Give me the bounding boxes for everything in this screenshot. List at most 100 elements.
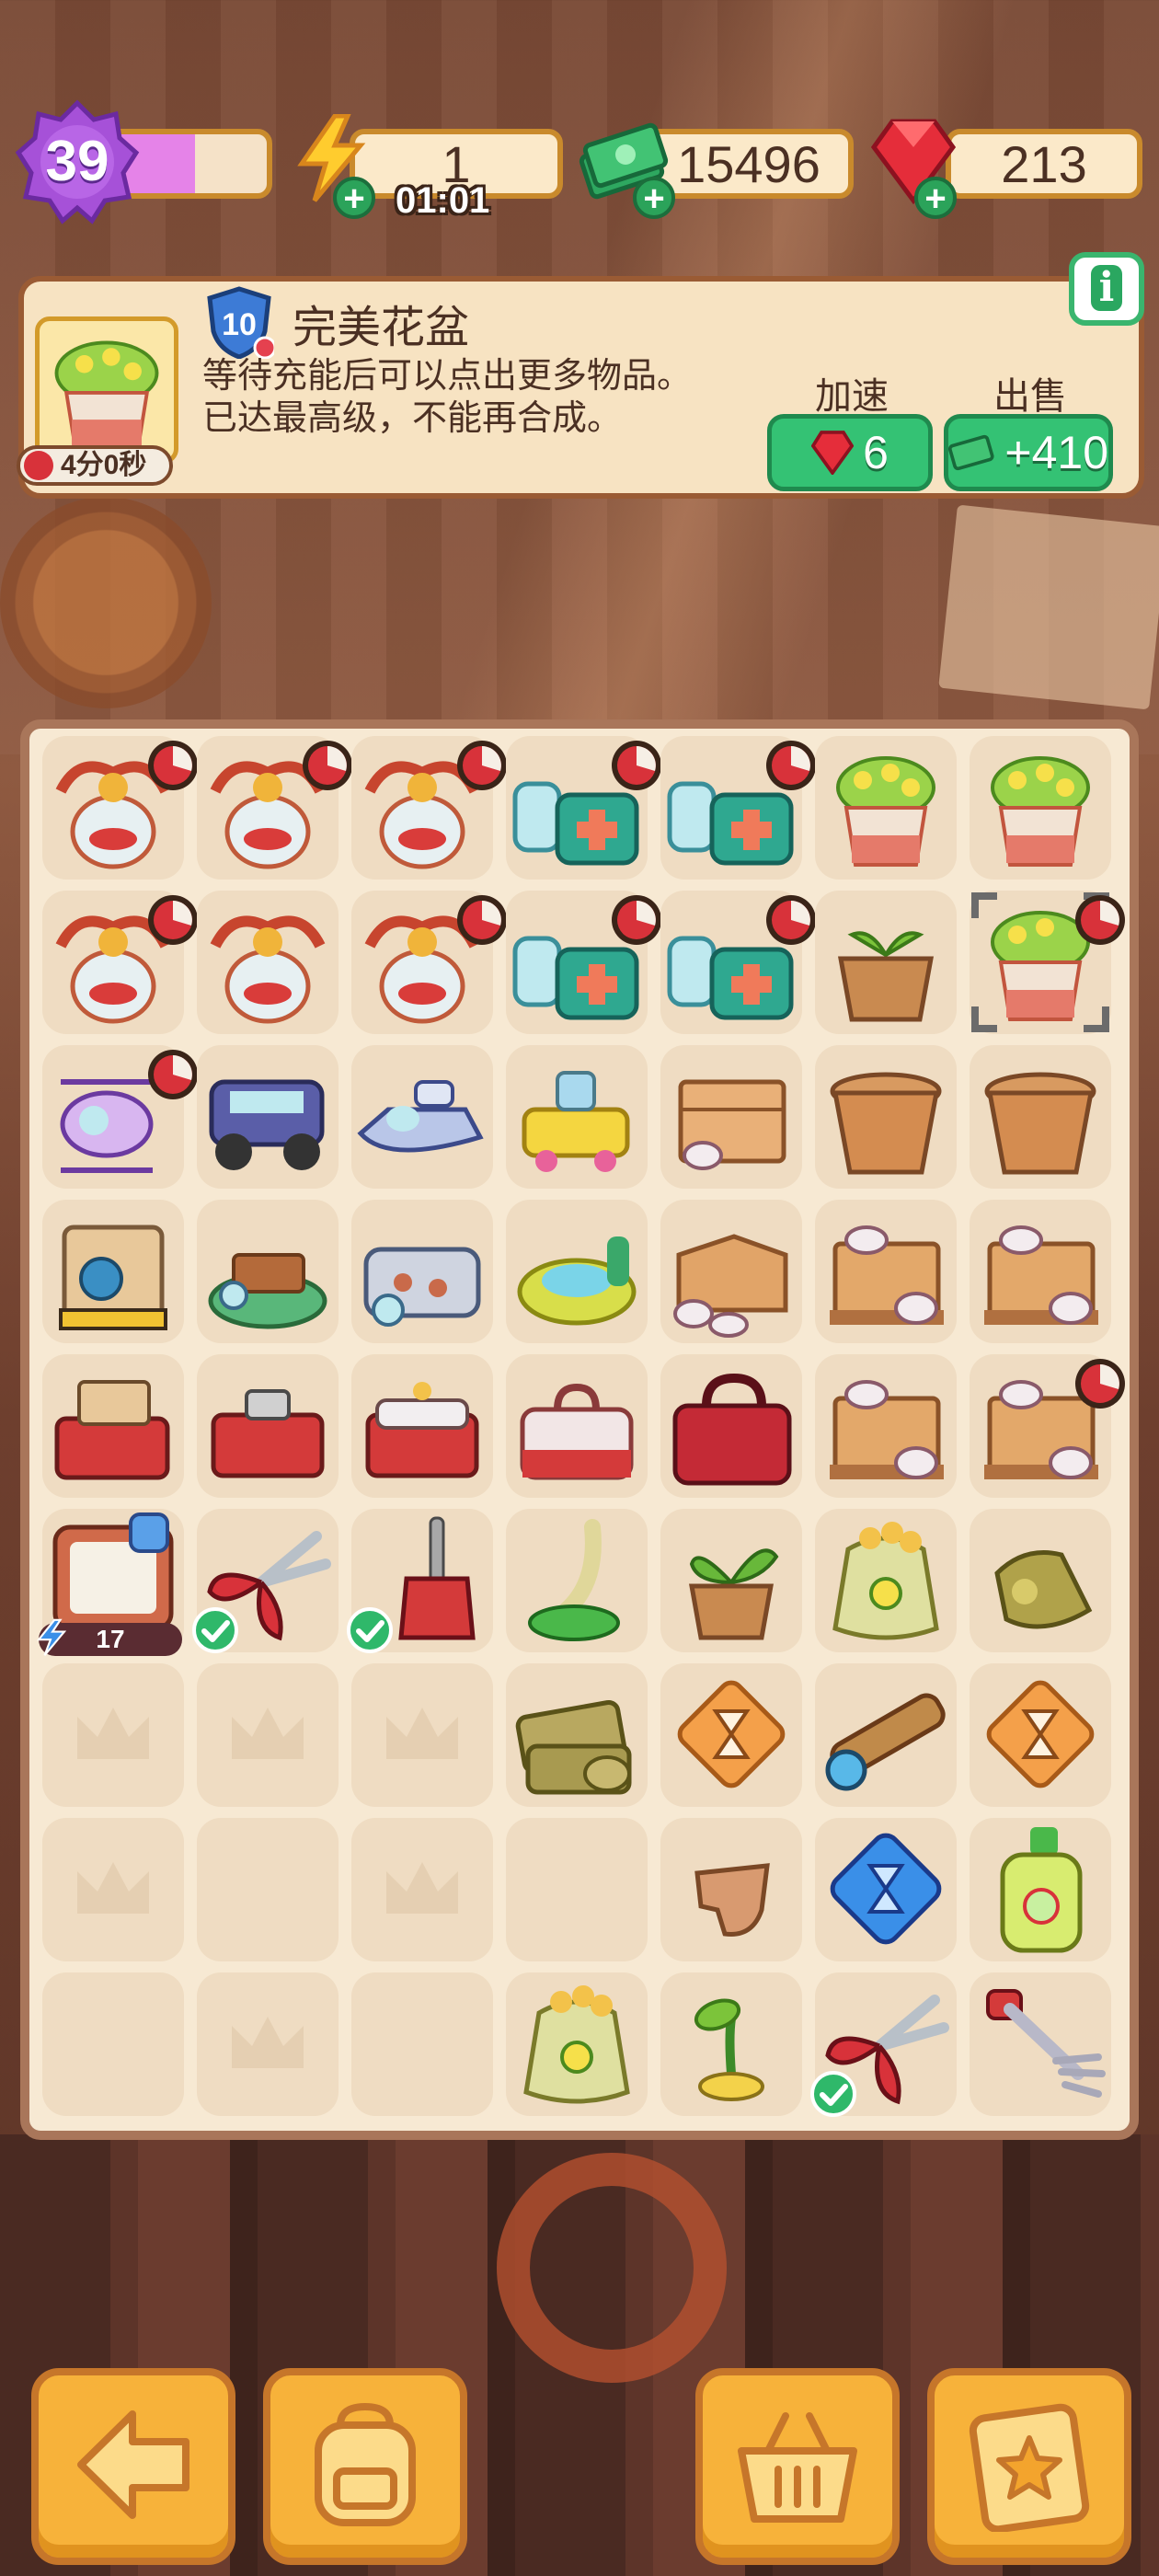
board-cell[interactable]	[506, 891, 661, 1034]
gem-counter[interactable]: 213	[946, 129, 1142, 199]
flower-pot-icon	[836, 756, 935, 867]
board-cell[interactable]	[970, 1045, 1111, 1189]
board-cell[interactable]	[197, 891, 339, 1034]
cash-value: 15496	[677, 134, 820, 193]
background-magnifier	[497, 2153, 727, 2383]
board-cell[interactable]	[351, 891, 507, 1034]
board-cell[interactable]	[351, 1354, 493, 1498]
board-cell[interactable]	[970, 1818, 1111, 1961]
board-cell[interactable]	[970, 1509, 1111, 1652]
board-cell[interactable]	[970, 736, 1111, 880]
sack-pile-icon	[515, 1699, 632, 1795]
board-cell[interactable]	[197, 1663, 339, 1807]
seed-sack-icon	[832, 1522, 939, 1640]
board-cell[interactable]	[660, 1818, 802, 1961]
item-timer-text: 4分0秒	[61, 450, 147, 480]
seed-bag-small-icon	[994, 1550, 1093, 1629]
board-cell[interactable]	[815, 1200, 957, 1343]
board-cell[interactable]	[660, 1509, 802, 1652]
tasks-button[interactable]	[927, 2368, 1131, 2565]
board-cell[interactable]	[970, 1663, 1111, 1807]
board-cell[interactable]	[970, 1972, 1111, 2116]
board-cell[interactable]	[660, 1972, 802, 2116]
item-description: 等待充能后可以点出更多物品。 已达最高级，不能再合成。	[202, 355, 692, 440]
cooldown-timer-icon	[766, 895, 816, 945]
add-energy-button[interactable]: +	[333, 177, 375, 219]
energy-timer: 01:01	[396, 180, 490, 221]
level-number: 39	[45, 130, 109, 193]
board-cell[interactable]	[970, 1200, 1111, 1343]
board-cell[interactable]	[42, 1354, 184, 1498]
board-cell[interactable]	[347, 1509, 493, 1653]
board-cell[interactable]	[660, 1354, 802, 1498]
shop-basket-button[interactable]	[695, 2368, 900, 2565]
board-cell[interactable]	[506, 1663, 648, 1807]
board-cell[interactable]	[351, 1663, 493, 1807]
board-cell[interactable]	[506, 1972, 648, 2116]
add-cash-button[interactable]: +	[633, 177, 675, 219]
board-cell[interactable]	[351, 1045, 493, 1189]
board-cell[interactable]	[197, 736, 352, 880]
board-cell[interactable]	[815, 1818, 957, 1961]
board-cell[interactable]	[351, 1200, 493, 1343]
cash-counter[interactable]: 15496	[644, 129, 854, 199]
board-cell[interactable]	[42, 1045, 198, 1189]
board-cell[interactable]	[192, 1509, 339, 1653]
board-cell[interactable]	[506, 1200, 648, 1343]
board-cell[interactable]	[815, 736, 957, 880]
gem-value: 213	[1001, 134, 1087, 193]
board-cell[interactable]	[970, 1354, 1125, 1498]
board-cell[interactable]	[815, 1509, 957, 1652]
board-cell[interactable]	[42, 891, 198, 1034]
speedup-label: 加速	[815, 376, 889, 417]
add-gems-button[interactable]: +	[914, 177, 957, 219]
cash-icon	[948, 434, 994, 471]
board-cell[interactable]	[815, 1663, 957, 1807]
level-shield-icon: 10	[207, 286, 274, 359]
board-cell[interactable]	[351, 1972, 493, 2116]
cooldown-timer-icon	[148, 895, 198, 945]
board-cell[interactable]	[42, 1972, 184, 2116]
board-cell[interactable]	[42, 736, 198, 880]
sell-button[interactable]: +410	[944, 414, 1113, 491]
backpack-button[interactable]	[263, 2368, 467, 2565]
sprout-pot-icon	[838, 931, 934, 1022]
board-cell[interactable]	[506, 736, 661, 880]
board-cell[interactable]	[42, 1200, 184, 1343]
dragon-vase-icon	[210, 915, 326, 1024]
board-cell[interactable]	[506, 1509, 648, 1652]
board-cell[interactable]	[197, 1972, 339, 2116]
board-cell[interactable]	[351, 736, 507, 880]
board-cell[interactable]	[197, 1354, 339, 1498]
board-cell[interactable]	[197, 1045, 339, 1189]
spyglass-icon	[825, 1693, 946, 1791]
board-cell[interactable]	[660, 736, 816, 880]
cooldown-timer-icon	[457, 741, 507, 790]
board-cell[interactable]	[660, 1200, 802, 1343]
board-cell[interactable]	[660, 891, 816, 1034]
speedup-button[interactable]: 6	[767, 414, 933, 491]
board-cell[interactable]	[506, 1354, 648, 1498]
potted-plant-icon	[689, 1548, 779, 1640]
board-cell[interactable]	[810, 1972, 957, 2117]
board-cell[interactable]	[970, 891, 1125, 1034]
back-button[interactable]	[31, 2368, 235, 2565]
board-cell[interactable]	[815, 1354, 957, 1498]
board-cell[interactable]	[506, 1818, 648, 1961]
board-cell[interactable]	[42, 1663, 184, 1807]
board-cell[interactable]	[197, 1200, 339, 1343]
board-cell[interactable]	[42, 1818, 184, 1961]
rake-icon	[986, 1989, 1106, 2098]
toolbox-white-icon	[365, 1382, 479, 1478]
board-cell[interactable]	[506, 1045, 648, 1189]
board-cell[interactable]	[815, 891, 957, 1034]
info-button[interactable]: i	[1069, 252, 1144, 326]
board-cell[interactable]	[660, 1663, 802, 1807]
board-cell[interactable]	[351, 1818, 493, 1961]
board-cell[interactable]	[815, 1045, 957, 1189]
slime-trowel-icon	[528, 1519, 620, 1641]
background-note	[938, 504, 1159, 710]
board-cell[interactable]	[660, 1045, 802, 1189]
board-cell[interactable]: 17	[37, 1509, 184, 1656]
board-cell[interactable]	[197, 1818, 339, 1961]
